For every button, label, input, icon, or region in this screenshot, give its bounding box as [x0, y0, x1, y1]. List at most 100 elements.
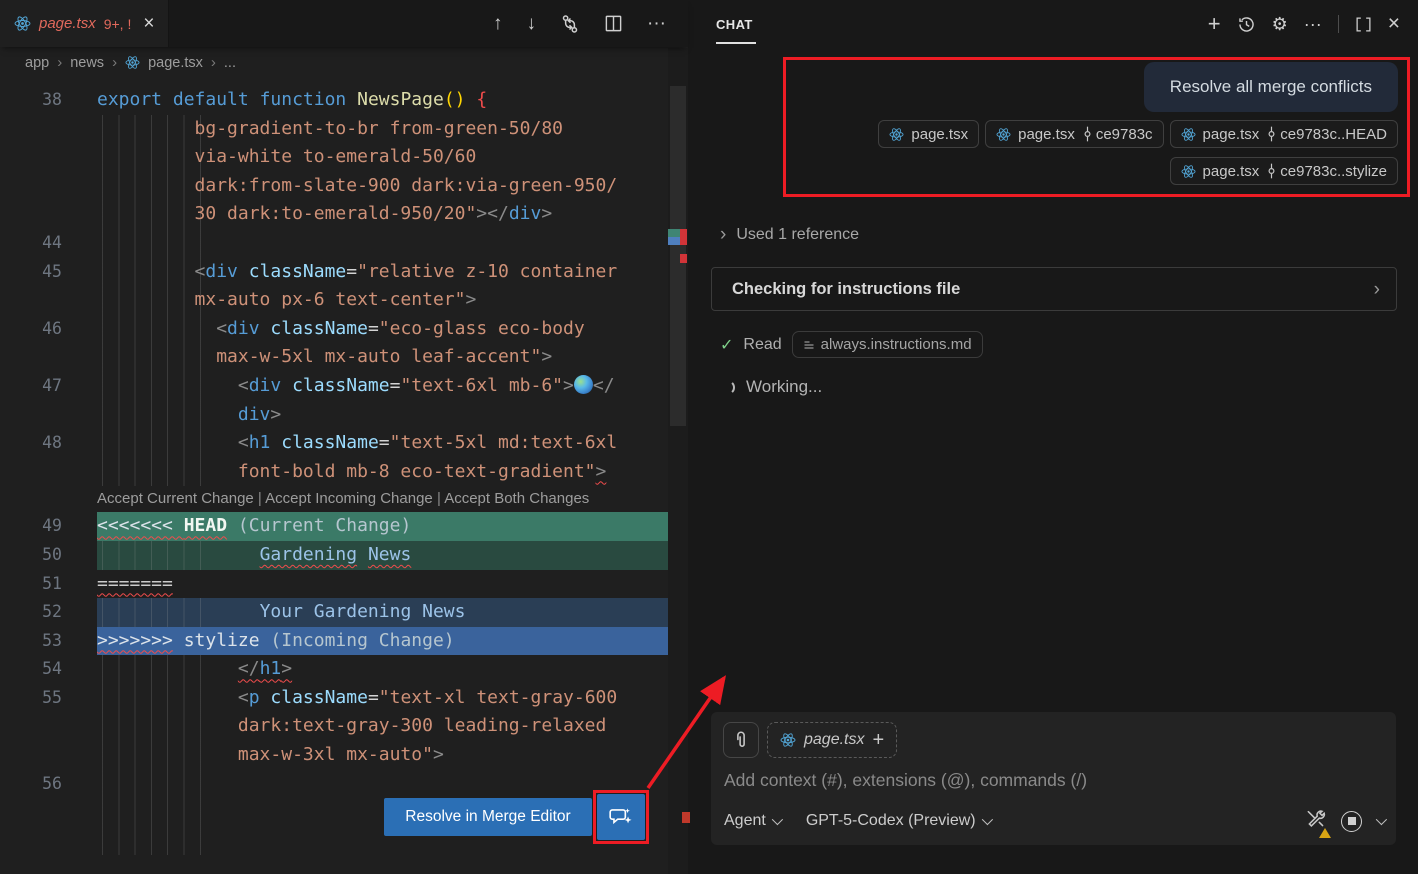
line-number: 48 [0, 429, 97, 458]
line-number [0, 798, 97, 827]
code-token: > [541, 203, 552, 224]
breadcrumb-app[interactable]: app [25, 55, 49, 71]
line-number: 50 [0, 541, 97, 570]
tab-title: page.tsx [39, 15, 96, 32]
codelens-action[interactable]: Accept Current Change [97, 490, 254, 507]
code-token: > [270, 404, 281, 425]
code-row: 53>>>>>>> stylize (Incoming Change) [0, 627, 688, 656]
file-reference-chip[interactable]: page.tsx ce9783c [985, 120, 1163, 148]
tab-page-tsx[interactable]: page.tsx 9+, ! × [0, 0, 169, 47]
context-chips-row-2: page.tsxce9783c..stylize [1170, 157, 1398, 185]
read-label: Read [743, 336, 781, 354]
more-icon[interactable]: ··· [1304, 14, 1322, 35]
code-token: className [292, 375, 390, 396]
editor-pane: page.tsx 9+, ! × ↑ ↓ [0, 0, 688, 874]
checking-instructions-expander[interactable]: Checking for instructions file › [711, 267, 1397, 311]
breadcrumb-file[interactable]: page.tsx [148, 55, 203, 71]
chevron-down-icon[interactable] [1376, 814, 1387, 825]
code-token: mx-auto px-6 text-center" [97, 289, 465, 310]
vscode-window: page.tsx 9+, ! × ↑ ↓ [0, 0, 1418, 874]
breadcrumb-news[interactable]: news [70, 55, 104, 71]
line-number [0, 401, 97, 430]
current-file-context-chip[interactable]: page.tsx + [767, 722, 897, 758]
chip-filename: page.tsx [1203, 126, 1260, 143]
code-row: 55 <p className="text-xl text-gray-600 [0, 684, 688, 713]
code-token: > [563, 375, 574, 396]
code-token: div [509, 203, 542, 224]
file-reference-chip[interactable]: page.tsxce9783c..stylize [1170, 157, 1398, 185]
maximize-icon[interactable] [1355, 16, 1372, 33]
code-token [260, 687, 271, 708]
checking-instructions-label: Checking for instructions file [732, 280, 960, 299]
code-token: div [249, 375, 282, 396]
check-icon: ✓ [720, 335, 733, 355]
chat-input-placeholder[interactable]: Add context (#), extensions (@), command… [724, 770, 1087, 791]
line-number: 49 [0, 512, 97, 541]
model-dropdown[interactable]: GPT-5-Codex (Preview) [806, 812, 990, 830]
overview-mark-error [680, 254, 687, 263]
next-change-icon[interactable]: ↓ [527, 13, 537, 35]
code-lines: 38export default function NewsPage() { b… [0, 86, 688, 855]
tab-chat[interactable]: CHAT [716, 17, 753, 32]
attach-context-button[interactable] [723, 722, 759, 758]
gear-icon[interactable]: ⚙ [1272, 14, 1288, 35]
more-actions-icon[interactable]: ··· [647, 13, 666, 35]
breadcrumb-symbol[interactable]: ... [224, 55, 236, 71]
used-references-toggle[interactable]: › Used 1 reference [720, 225, 859, 244]
instructions-file-chip[interactable]: always.instructions.md [792, 331, 983, 358]
code-row: 51======= [0, 570, 688, 599]
codelens-action[interactable]: Accept Both Changes [444, 490, 589, 507]
codelens-action[interactable]: Accept Incoming Change [265, 490, 433, 507]
open-changes-icon[interactable] [560, 14, 580, 34]
used-references-label: Used 1 reference [736, 226, 859, 244]
editor-scrollbar[interactable] [668, 48, 688, 874]
history-icon[interactable] [1237, 15, 1256, 34]
stop-icon[interactable] [1341, 811, 1362, 832]
code-token [97, 601, 260, 622]
copilot-resolve-button[interactable] [597, 794, 645, 840]
code-row: font-bold mb-8 eco-text-gradient"> [0, 458, 688, 487]
resolve-in-merge-editor-button[interactable]: Resolve in Merge Editor [384, 798, 592, 836]
previous-change-icon[interactable]: ↑ [493, 13, 503, 35]
line-number: 53 [0, 627, 97, 656]
mode-label: Agent [724, 812, 766, 830]
split-editor-icon[interactable] [604, 14, 623, 33]
code-token: p [249, 687, 260, 708]
line-number: 45 [0, 258, 97, 287]
code-row: dark:from-slate-900 dark:via-green-950/ [0, 172, 688, 201]
react-icon [1181, 127, 1196, 142]
new-chat-icon[interactable]: + [1208, 11, 1221, 37]
code-token: ======= [97, 573, 173, 594]
chip-git-ref: ce9783c [1096, 126, 1153, 143]
chat-panel: CHAT + ⚙ ··· × [688, 0, 1418, 874]
chip-filename: page.tsx [1018, 126, 1075, 143]
react-icon [1181, 164, 1196, 179]
code-row: 38export default function NewsPage() { [0, 86, 688, 115]
file-reference-chip[interactable]: page.tsxce9783c..HEAD [1170, 120, 1398, 148]
tools-warning-icon[interactable] [1305, 808, 1327, 835]
code-token: Gardening [260, 544, 358, 565]
code-token: dark:from-slate-900 dark:via-green-950/ [97, 175, 617, 196]
mode-dropdown[interactable]: Agent [724, 812, 780, 830]
code-token: font-bold mb-8 eco-text-gradient" [97, 461, 596, 482]
react-icon [780, 732, 796, 748]
code-token [466, 89, 477, 110]
read-file-row: ✓ Read always.instructions.md [720, 331, 983, 358]
code-token: div [227, 318, 260, 339]
add-icon: + [872, 729, 884, 752]
react-icon [14, 15, 31, 32]
context-chips-row-1: page.tsx page.tsx ce9783c page.tsxce9783c..… [878, 120, 1398, 148]
overview-mark-current [668, 229, 680, 237]
file-reference-chip[interactable]: page.tsx [878, 120, 979, 148]
chevron-right-icon: › [720, 225, 726, 244]
code-token: "text-5xl md:text-6xl [390, 432, 618, 453]
code-token: < [97, 687, 249, 708]
close-icon[interactable]: × [143, 14, 154, 33]
user-message-bubble: Resolve all merge conflicts [1144, 62, 1398, 112]
chat-input-box[interactable]: page.tsx + Add context (#), extensions (… [711, 712, 1396, 845]
chevron-right-icon: › [211, 54, 216, 71]
close-icon[interactable]: × [1388, 12, 1400, 36]
paperclip-icon [732, 730, 750, 750]
divider [1338, 15, 1339, 33]
code-token: default [173, 89, 260, 110]
